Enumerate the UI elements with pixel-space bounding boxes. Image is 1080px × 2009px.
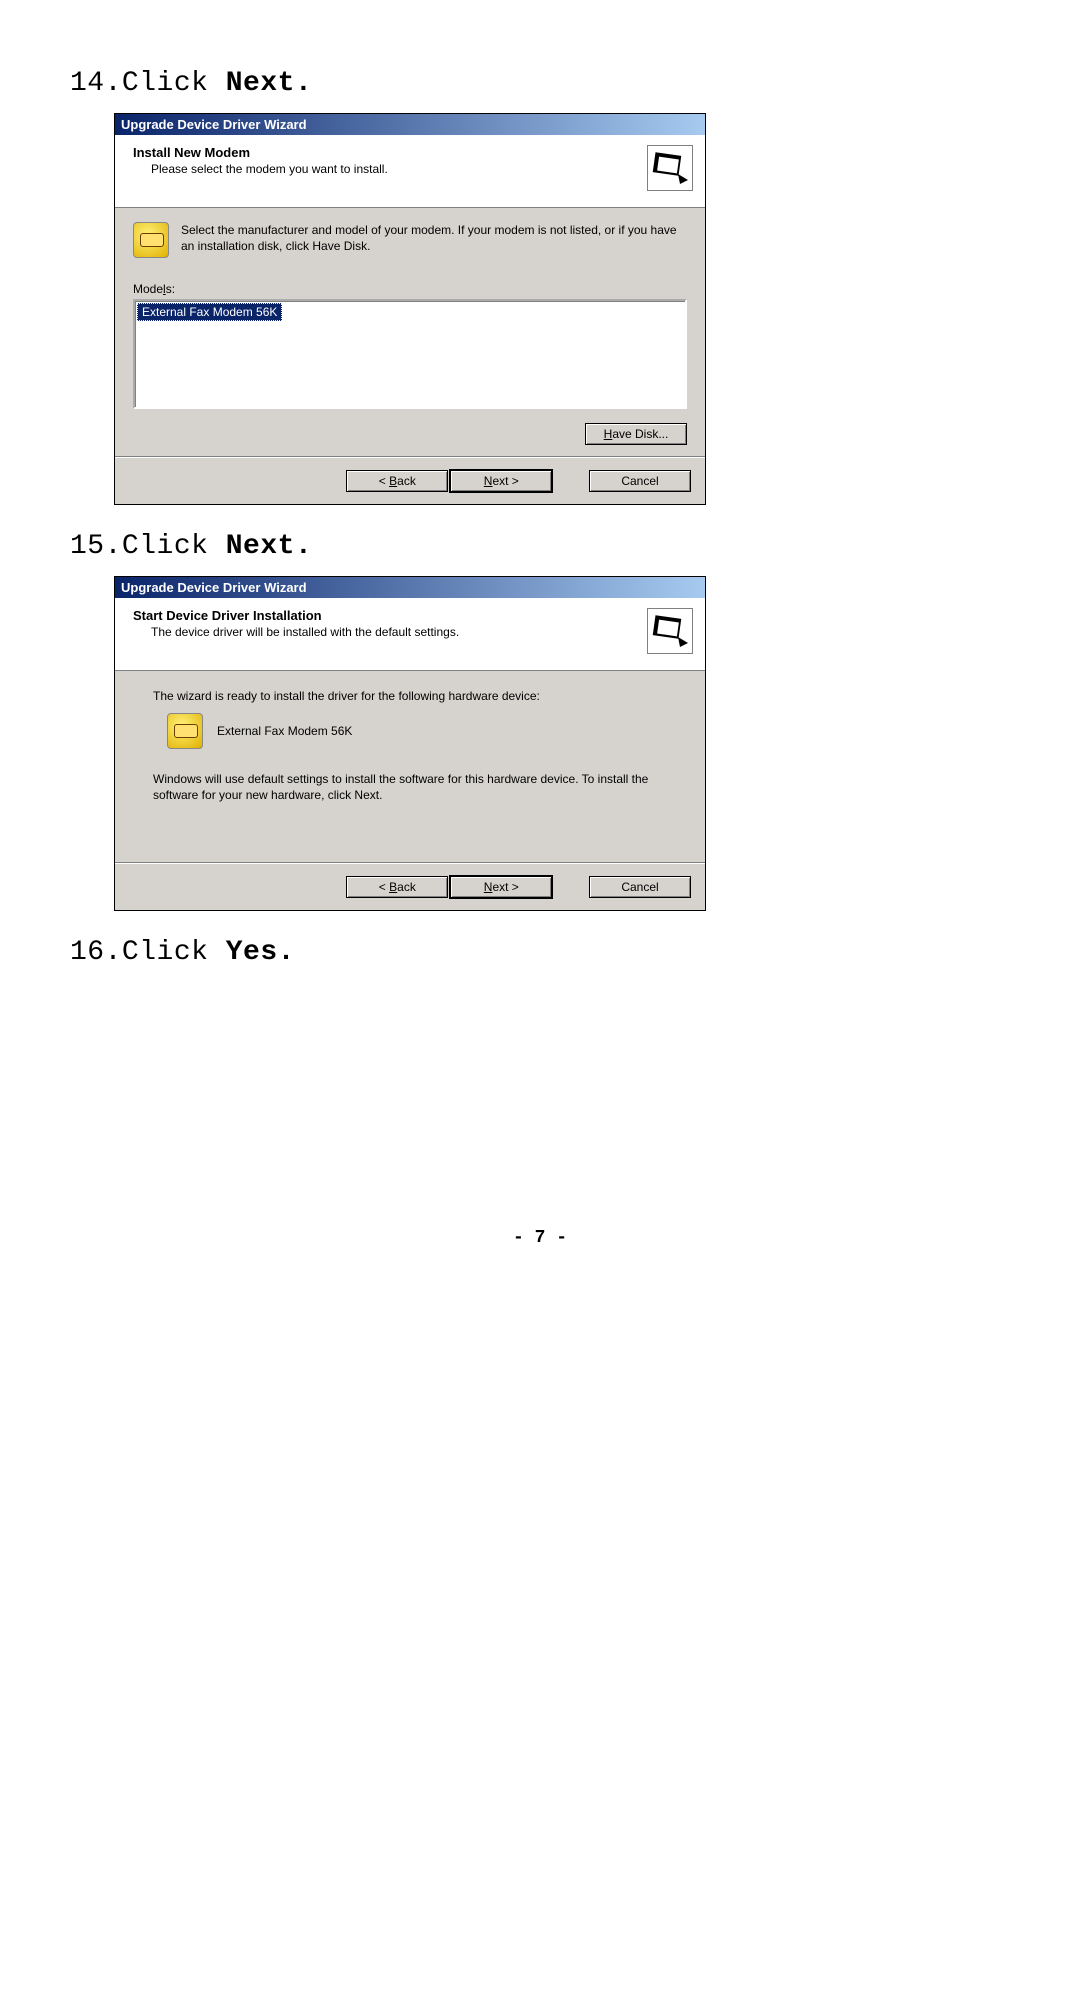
step-16-period: . — [278, 937, 295, 968]
wizard1-body: Select the manufacturer and model of you… — [115, 208, 705, 457]
step-14-prefix: 14.Click — [70, 68, 226, 99]
step-15-period: . — [295, 531, 312, 562]
wizard-header-icon — [647, 608, 693, 654]
back-button[interactable]: < Back — [346, 470, 448, 492]
wizard2-header: Start Device Driver Installation The dev… — [115, 598, 705, 671]
models-label-post: s: — [166, 282, 175, 296]
back-lt: < — [379, 474, 389, 488]
step-14-action: Next — [226, 68, 295, 99]
back-rest: ack — [397, 474, 416, 488]
have-disk-button[interactable]: Have Disk... — [585, 423, 687, 445]
step-14-period: . — [295, 68, 312, 99]
step-16-prefix: 16.Click — [70, 937, 226, 968]
wizard1-footer: < BackNext > Cancel — [115, 457, 705, 504]
wizard2-note: Windows will use default settings to ins… — [153, 771, 677, 803]
models-label-pre: Mode — [133, 282, 163, 296]
models-listbox[interactable]: External Fax Modem 56K — [133, 299, 687, 409]
wizard2-ready-text: The wizard is ready to install the drive… — [153, 689, 677, 703]
wizard1-instruction-text: Select the manufacturer and model of you… — [181, 222, 687, 254]
wizard-header-icon — [647, 145, 693, 191]
back-button[interactable]: < Back — [346, 876, 448, 898]
wizard2-device-row: External Fax Modem 56K — [167, 713, 677, 749]
document-page: 14.Click Next. Upgrade Device Driver Wiz… — [0, 0, 1080, 1288]
wizard-install-new-modem: Upgrade Device Driver Wizard Install New… — [114, 113, 706, 505]
back-underline: B — [389, 880, 397, 894]
wizard2-header-title: Start Device Driver Installation — [133, 608, 693, 623]
modem-icon — [167, 713, 203, 749]
page-number: - 7 - — [70, 1228, 1010, 1248]
wizard1-header-subtitle: Please select the modem you want to inst… — [151, 162, 693, 176]
step-15-action: Next — [226, 531, 295, 562]
cancel-button[interactable]: Cancel — [589, 876, 691, 898]
step-16: 16.Click Yes. — [70, 937, 1010, 968]
have-disk-row: Have Disk... — [133, 423, 687, 445]
wizard2-footer: < BackNext > Cancel — [115, 863, 705, 910]
wizard2-header-subtitle: The device driver will be installed with… — [151, 625, 693, 639]
back-underline: B — [389, 474, 397, 488]
back-lt: < — [379, 880, 389, 894]
next-rest: ext > — [492, 474, 518, 488]
models-label: Models: — [133, 282, 687, 296]
back-rest: ack — [397, 880, 416, 894]
next-button[interactable]: Next > — [450, 470, 552, 492]
step-16-action: Yes — [226, 937, 278, 968]
wizard1-header-title: Install New Modem — [133, 145, 693, 160]
cancel-button[interactable]: Cancel — [589, 470, 691, 492]
wizard2-device-name: External Fax Modem 56K — [217, 724, 352, 738]
wizard1-header: Install New Modem Please select the mode… — [115, 135, 705, 208]
wizard1-titlebar: Upgrade Device Driver Wizard — [115, 114, 705, 135]
step-15-prefix: 15.Click — [70, 531, 226, 562]
step-14: 14.Click Next. — [70, 68, 1010, 99]
step-15: 15.Click Next. — [70, 531, 1010, 562]
next-rest: ext > — [492, 880, 518, 894]
models-selected-item[interactable]: External Fax Modem 56K — [137, 303, 282, 321]
modem-icon — [133, 222, 169, 258]
wizard-start-driver-installation: Upgrade Device Driver Wizard Start Devic… — [114, 576, 706, 911]
wizard2-body: The wizard is ready to install the drive… — [115, 671, 705, 863]
next-button[interactable]: Next > — [450, 876, 552, 898]
wizard2-titlebar: Upgrade Device Driver Wizard — [115, 577, 705, 598]
have-disk-rest: ave Disk... — [612, 427, 668, 441]
wizard1-instruction-row: Select the manufacturer and model of you… — [133, 222, 687, 258]
